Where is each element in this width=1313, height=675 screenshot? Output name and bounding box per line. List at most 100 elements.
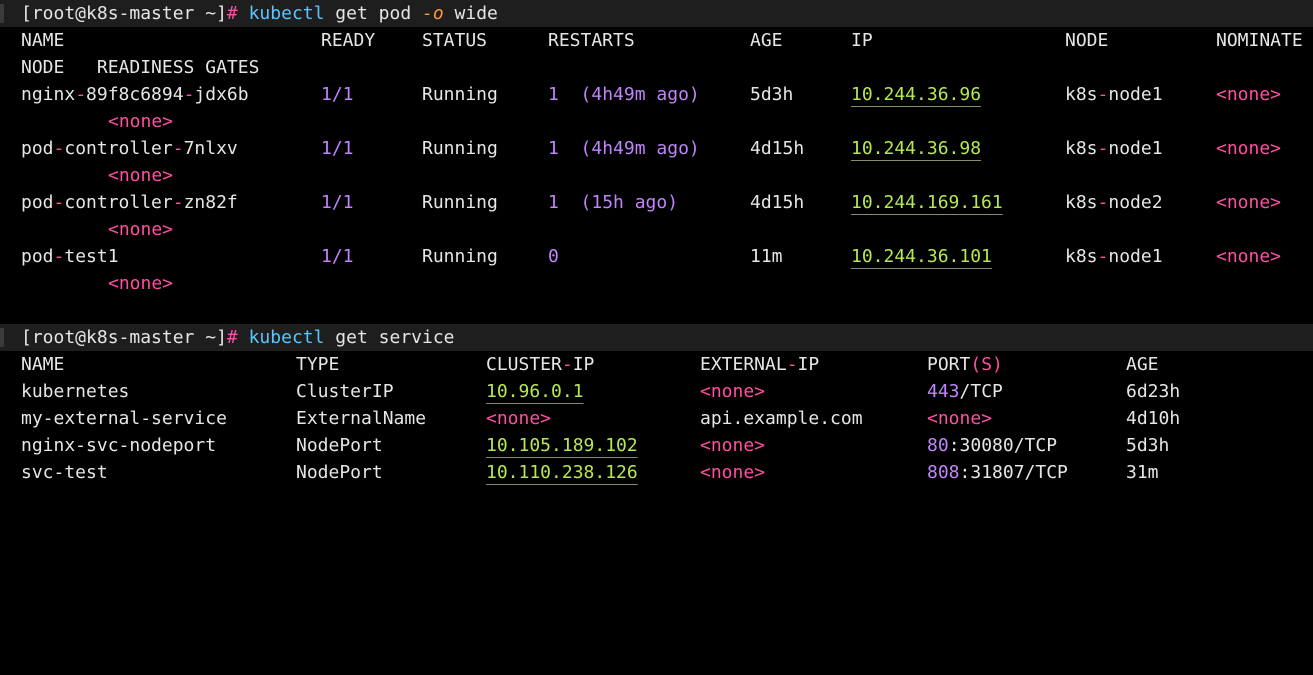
table-row: nginx-89f8c6894-jdx6b 1/1 Running 1 (4h4… — [0, 81, 1313, 108]
service-name: kubernetes — [21, 381, 130, 402]
pod-name: pod-controller-7nlxv — [21, 138, 238, 159]
col-nominated: NOMINATE — [1216, 30, 1303, 51]
service-type: NodePort — [296, 462, 383, 483]
col-cluster-ip: CLUSTER-IP — [486, 354, 595, 375]
pod-nominated-node: <none> — [1216, 192, 1282, 213]
table-row-wrap: <none> — [0, 108, 1313, 135]
command-rest: wide — [454, 3, 498, 24]
pod-readiness-gates: <none> — [108, 273, 174, 294]
service-cluster-ip: 10.96.0.1 — [486, 381, 584, 402]
col-name: NAME — [21, 30, 65, 51]
pod-ready: 1/1 — [321, 246, 354, 267]
col-age: AGE — [1126, 354, 1159, 375]
service-type: NodePort — [296, 435, 383, 456]
pod-table-header: NAME READY STATUS RESTARTS AGE IP NODE N… — [0, 27, 1313, 54]
line-gutter-marker — [0, 4, 4, 23]
pod-name: nginx-89f8c6894-jdx6b — [21, 84, 249, 105]
pod-ready: 1/1 — [321, 138, 354, 159]
pod-restarts: 1 (15h ago) — [548, 192, 679, 213]
prompt-line-1: [root@k8s-master ~]# kubectl get pod -o … — [0, 0, 1313, 27]
command-program: kubectl — [248, 3, 325, 24]
col-type: TYPE — [296, 354, 340, 375]
pod-restarts: 1 (4h49m ago) — [548, 84, 700, 105]
service-cluster-ip: 10.110.238.126 — [486, 462, 638, 483]
col-name: NAME — [21, 354, 65, 375]
pod-node: k8s-node1 — [1065, 84, 1163, 105]
col-external-ip: EXTERNAL-IP — [700, 354, 820, 375]
prompt-line-2: [root@k8s-master ~]# kubectl get service — [0, 324, 1313, 351]
pod-ready: 1/1 — [321, 84, 354, 105]
terminal-window[interactable]: [root@k8s-master ~]# kubectl get pod -o … — [0, 0, 1313, 503]
service-external-ip: <none> — [700, 435, 766, 456]
col-node: NODE — [1065, 30, 1109, 51]
pod-restarts: 0 — [548, 246, 559, 267]
service-type: ExternalName — [296, 408, 427, 429]
table-row: kubernetes ClusterIP 10.96.0.1 <none> 44… — [0, 378, 1313, 405]
service-cluster-ip: <none> — [486, 408, 552, 429]
pod-readiness-gates: <none> — [108, 111, 174, 132]
pod-age: 4d15h — [750, 192, 805, 213]
service-name: svc-test — [21, 462, 108, 483]
prompt-user-host: [root@k8s-master ~] — [21, 327, 227, 348]
col-ports: PORT(S) — [927, 354, 1003, 375]
service-ports: 443/TCP — [927, 381, 1003, 402]
command-flag: -o — [422, 3, 444, 24]
pod-age: 4d15h — [750, 138, 805, 159]
table-row: svc-test NodePort 10.110.238.126 <none> … — [0, 459, 1313, 486]
pod-status: Running — [422, 192, 498, 213]
service-external-ip: <none> — [700, 381, 766, 402]
service-age: 31m — [1126, 462, 1159, 483]
service-age: 5d3h — [1126, 435, 1170, 456]
prompt-hash: # — [226, 327, 238, 348]
service-external-ip: api.example.com — [700, 408, 863, 429]
pod-node: k8s-node2 — [1065, 192, 1163, 213]
table-row-wrap: <none> — [0, 162, 1313, 189]
pod-restarts: 1 (4h49m ago) — [548, 138, 700, 159]
col-ip: IP — [851, 30, 873, 51]
col-age: AGE — [750, 30, 783, 51]
pod-name: pod-controller-zn82f — [21, 192, 238, 213]
service-name: my-external-service — [21, 408, 227, 429]
col-status: STATUS — [422, 30, 488, 51]
table-row: my-external-service ExternalName <none> … — [0, 405, 1313, 432]
pod-ip: 10.244.36.98 — [851, 138, 982, 159]
pod-nominated-node: <none> — [1216, 138, 1282, 159]
pod-age: 5d3h — [750, 84, 794, 105]
pod-ip: 10.244.36.101 — [851, 246, 992, 267]
pod-nominated-node: <none> — [1216, 246, 1282, 267]
pod-status: Running — [422, 246, 498, 267]
service-cluster-ip: 10.105.189.102 — [486, 435, 638, 456]
command-program: kubectl — [248, 327, 325, 348]
pod-ready: 1/1 — [321, 192, 354, 213]
service-table-header: NAME TYPE CLUSTER-IP EXTERNAL-IP PORT(S)… — [0, 351, 1313, 378]
pod-status: Running — [422, 138, 498, 159]
table-row: pod-controller-7nlxv 1/1 Running 1 (4h49… — [0, 135, 1313, 162]
pod-nominated-node: <none> — [1216, 84, 1282, 105]
pod-readiness-gates: <none> — [108, 219, 174, 240]
command-args: get service — [335, 327, 455, 348]
prompt-user-host: [root@k8s-master ~] — [21, 3, 227, 24]
pod-status: Running — [422, 84, 498, 105]
pod-name: pod-test1 — [21, 246, 119, 267]
table-row-wrap: <none> — [0, 270, 1313, 297]
service-ports: 808:31807/TCP — [927, 462, 1068, 483]
line-gutter-marker — [0, 328, 4, 347]
pod-ip: 10.244.169.161 — [851, 192, 1003, 213]
service-external-ip: <none> — [700, 462, 766, 483]
service-age: 4d10h — [1126, 408, 1181, 429]
command-line: [root@k8s-master ~]# kubectl get service — [21, 324, 455, 351]
pod-table-header-wrap: NODE READINESS GATES — [0, 54, 1313, 81]
service-ports: 80:30080/TCP — [927, 435, 1058, 456]
service-ports: <none> — [927, 408, 993, 429]
table-row: nginx-svc-nodeport NodePort 10.105.189.1… — [0, 432, 1313, 459]
command-line: [root@k8s-master ~]# kubectl get pod -o … — [21, 0, 498, 27]
table-row: pod-test1 1/1 Running 0 11m 10.244.36.10… — [0, 243, 1313, 270]
pod-ip: 10.244.36.96 — [851, 84, 982, 105]
table-row: pod-controller-zn82f 1/1 Running 1 (15h … — [0, 189, 1313, 216]
col-node-readiness-gates: NODE READINESS GATES — [21, 57, 260, 78]
pod-node: k8s-node1 — [1065, 138, 1163, 159]
table-row-wrap: <none> — [0, 216, 1313, 243]
service-name: nginx-svc-nodeport — [21, 435, 217, 456]
pod-readiness-gates: <none> — [108, 165, 174, 186]
pod-node: k8s-node1 — [1065, 246, 1163, 267]
